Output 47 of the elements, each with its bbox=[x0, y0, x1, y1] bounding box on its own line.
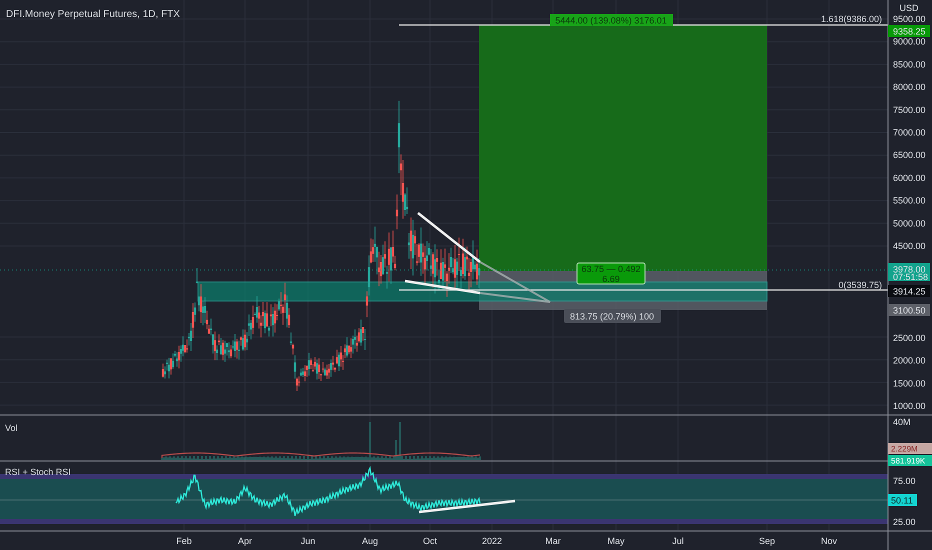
price-tick: 4500.00 bbox=[893, 241, 926, 251]
time-tick: Jun bbox=[300, 536, 316, 546]
volume-tick: 40M bbox=[893, 417, 911, 427]
currency-label: USD bbox=[900, 3, 918, 13]
price-tick: 6500.00 bbox=[893, 150, 926, 160]
time-tick: Nov bbox=[821, 536, 837, 546]
price-tick: 6000.00 bbox=[893, 172, 926, 183]
time-tick: 2022 bbox=[482, 536, 502, 546]
chart-title: DFI.Money Perpetual Futures, 1D, FTX bbox=[6, 9, 180, 20]
price-badge: 3978.00 07:51:58 bbox=[888, 263, 930, 282]
price-tick: 7000.00 bbox=[893, 128, 926, 138]
time-tick: Oct bbox=[423, 536, 437, 546]
time-tick: Feb bbox=[176, 536, 192, 546]
pane-title: RSI + Stoch RSI bbox=[5, 467, 71, 477]
price-tick: 9000.00 bbox=[893, 36, 926, 47]
time-tick: Mar bbox=[545, 536, 561, 546]
trend-line bbox=[417, 212, 481, 263]
fib-label: 1.618(9386.00) bbox=[820, 14, 882, 24]
price-tick: 2000.00 bbox=[893, 356, 926, 366]
pane-title: Vol bbox=[5, 423, 18, 433]
ratio-label: 63.75 — 0.492 6.69 bbox=[576, 262, 646, 284]
price-tick: 8500.00 bbox=[893, 59, 926, 70]
rsi-tick: 75.00 bbox=[893, 476, 916, 486]
risk-label: 813.75 (20.79%) 100 bbox=[564, 309, 661, 323]
rsi-badge: 50.11 bbox=[888, 494, 917, 506]
price-tick: 1000.00 bbox=[893, 401, 926, 412]
volume-badge: 2.229M bbox=[888, 443, 932, 454]
time-tick: Jul bbox=[672, 536, 684, 546]
time-tick: Aug bbox=[362, 536, 378, 546]
price-tick: 2500.00 bbox=[893, 333, 926, 343]
profit-label: 5444.00 (139.08%) 3176.01 bbox=[550, 14, 673, 26]
time-tick: Apr bbox=[238, 536, 252, 546]
rsi-tick: 25.00 bbox=[893, 517, 916, 527]
price-tick: 9500.00 bbox=[893, 14, 926, 24]
fib-label: 0(3539.75) bbox=[838, 280, 882, 290]
price-badge: 3914.25 bbox=[888, 285, 930, 297]
price-tick: 1500.00 bbox=[893, 378, 926, 388]
price-badge: 3100.50 bbox=[888, 304, 930, 316]
price-tick: 5000.00 bbox=[893, 218, 926, 228]
price-badge: 9358.25 bbox=[888, 25, 930, 37]
price-tick: 8000.00 bbox=[893, 82, 926, 92]
projection-line bbox=[480, 261, 551, 303]
volume-badge: 581.919K bbox=[888, 455, 932, 466]
price-tick: 5500.00 bbox=[893, 196, 926, 206]
time-tick: May bbox=[608, 536, 624, 546]
price-tick: 7500.00 bbox=[893, 104, 926, 115]
time-tick: Sep bbox=[759, 536, 775, 546]
